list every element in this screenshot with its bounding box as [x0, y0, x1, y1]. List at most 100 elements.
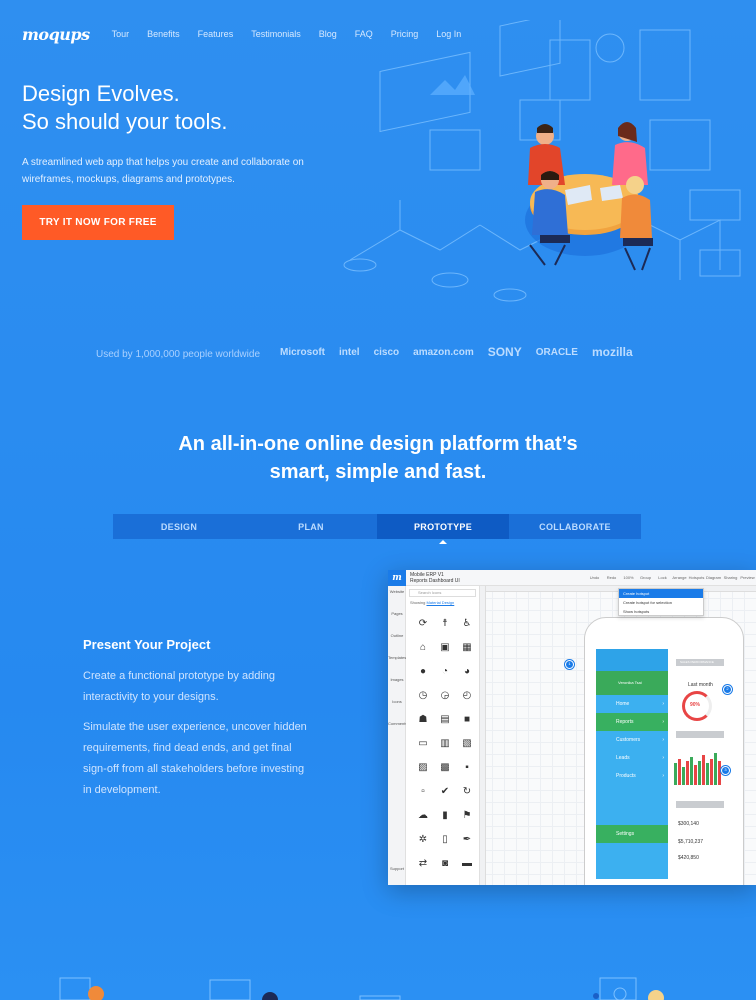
card-icon[interactable]: ▬ — [456, 852, 478, 876]
create-hotspot-selection-option[interactable]: Create hotspot for selection — [619, 598, 703, 607]
hero-subtitle: A streamlined web app that helps you cre… — [22, 157, 304, 185]
left-nav-outline[interactable]: Outline — [388, 630, 406, 652]
tab-prototype[interactable]: PROTOTYPE — [377, 514, 509, 544]
menu-home[interactable]: Home › — [596, 695, 668, 713]
menu-leads-label: Leads — [616, 755, 630, 761]
alarm-add-icon[interactable]: ◔ — [434, 660, 456, 684]
intel-logo: intel — [339, 346, 360, 358]
hero-title-line1: Design Evolves. — [22, 81, 180, 106]
alarm-off-icon[interactable]: ◷ — [412, 684, 434, 708]
accessible-icon[interactable]: ♿ — [456, 612, 478, 636]
announcement-icon[interactable]: ▤ — [434, 708, 456, 732]
feature-paragraph-1: Create a functional prototype by adding … — [83, 670, 276, 703]
left-nav-images[interactable]: Images — [388, 674, 406, 696]
left-nav-templates[interactable]: Templates — [388, 652, 406, 674]
chevron-right-icon: › — [662, 701, 664, 707]
showing-filter: Showing Material Design — [406, 600, 479, 605]
wallet-icon[interactable]: ▣ — [434, 636, 456, 660]
last-month-label: Last month — [688, 682, 713, 688]
nav-link-features[interactable]: Features — [198, 29, 234, 39]
build-icon[interactable]: ✒ — [456, 828, 478, 852]
nav-link-benefits[interactable]: Benefits — [147, 29, 180, 39]
android-icon[interactable]: ☗ — [412, 708, 434, 732]
cached-icon[interactable]: ⇄ — [412, 852, 434, 876]
left-nav-pages[interactable]: Pages — [388, 608, 406, 630]
alarm-clock-icon[interactable]: ◶ — [434, 684, 456, 708]
backup-icon[interactable]: ☁ — [412, 804, 434, 828]
tab-plan[interactable]: PLAN — [245, 514, 377, 539]
lock-icon[interactable]: ▯ — [434, 828, 456, 852]
value-3: $420,850 — [678, 855, 699, 861]
feature-tabs: DESIGN PLAN PROTOTYPE COLLABORATE — [113, 514, 641, 544]
phone-screen: Veronika Tsai Home › Reports › Customers › … — [596, 649, 668, 879]
chevron-right-icon: › — [662, 773, 664, 779]
camera-icon[interactable]: ◙ — [434, 852, 456, 876]
arrange-button[interactable]: Arrange — [671, 575, 688, 580]
left-nav-icons[interactable]: Icons — [388, 696, 406, 718]
sharing-button[interactable]: Sharing — [722, 575, 739, 580]
hotspot-marker-2[interactable]: 2 — [723, 685, 732, 694]
check-icon[interactable]: ✔ — [434, 780, 456, 804]
undo-button[interactable]: Undo — [586, 575, 603, 580]
create-hotspot-option[interactable]: Create hotspot — [619, 589, 703, 598]
menu-customers[interactable]: Customers › — [596, 731, 668, 749]
alert-icon[interactable]: ■ — [456, 708, 478, 732]
left-nav-support[interactable]: Support — [388, 863, 406, 885]
3d-rotation-icon[interactable]: ⟳ — [412, 612, 434, 636]
left-nav-comments[interactable]: Comments — [388, 718, 407, 740]
show-hotspots-option[interactable]: Show hotspots — [619, 607, 703, 616]
menu-settings[interactable]: Settings — [596, 825, 668, 843]
nav-link-tour[interactable]: Tour — [112, 29, 130, 39]
autorenew-icon[interactable]: ↻ — [456, 780, 478, 804]
book-icon[interactable]: ▮ — [434, 804, 456, 828]
bank-icon[interactable]: ⌂ — [412, 636, 434, 660]
nav-link-blog[interactable]: Blog — [319, 29, 337, 39]
preview-button[interactable]: Preview — [739, 575, 756, 580]
accessibility-icon[interactable]: ☨ — [434, 612, 456, 636]
group-button[interactable]: Group — [637, 575, 654, 580]
assignment-ind-icon[interactable]: ▨ — [412, 756, 434, 780]
hotspot-marker-1[interactable]: 1 — [565, 660, 574, 669]
zoom-control[interactable]: 100% — [620, 575, 637, 580]
material-design-link[interactable]: Material Design — [426, 600, 454, 605]
bug-icon[interactable]: ✲ — [412, 828, 434, 852]
aspect-ratio-icon[interactable]: ▭ — [412, 732, 434, 756]
tab-collaborate[interactable]: COLLABORATE — [509, 514, 641, 539]
app-toolbar: m Mobile ERP V1 Reports Dashboard UI Und… — [388, 570, 756, 586]
menu-products[interactable]: Products › — [596, 767, 668, 785]
icon-search-input[interactable]: Search Icons — [409, 589, 476, 597]
profile-name: Veronika Tsai — [618, 680, 642, 685]
alarm-on-icon[interactable]: ◕ — [456, 660, 478, 684]
value-2: $5,710,237 — [678, 839, 704, 845]
assignment-late-icon[interactable]: ▩ — [434, 756, 456, 780]
assignment-return-icon[interactable]: ▪ — [456, 756, 478, 780]
app-logo[interactable]: m — [388, 570, 406, 586]
section-title-line1: An all-in-one online design platform tha… — [178, 433, 578, 455]
assignment-icon[interactable]: ▧ — [456, 732, 478, 756]
account-icon[interactable]: ● — [412, 660, 434, 684]
alarm-icon[interactable]: ▦ — [456, 636, 478, 660]
menu-reports-label: Reports — [616, 719, 634, 725]
bookmark-icon[interactable]: ⚑ — [456, 804, 478, 828]
timer-icon[interactable]: ◴ — [456, 684, 478, 708]
assignment-returned-icon[interactable]: ▫ — [412, 780, 434, 804]
sony-logo: SONY — [487, 345, 522, 359]
assessment-icon[interactable]: ▥ — [434, 732, 456, 756]
menu-reports[interactable]: Reports › — [596, 713, 668, 731]
lock-button[interactable]: Lock — [654, 575, 671, 580]
moqups-logo[interactable]: moqups — [22, 25, 90, 44]
hotspot-marker-3[interactable]: 3 — [721, 766, 730, 775]
feature-paragraph-2: Simulate the user experience, uncover hi… — [83, 721, 307, 796]
icon-grid: ⟳ ☨ ♿ ⌂ ▣ ▦ ● ◔ ◕ ◷ ◶ ◴ ☗ ▤ ■ ▭ ▥ ▧ ▨ ▩ … — [412, 612, 478, 876]
menu-customers-label: Customers — [616, 737, 641, 743]
menu-leads[interactable]: Leads › — [596, 749, 668, 767]
amazon-logo: amazon.com — [413, 346, 474, 358]
nav-link-testimonials[interactable]: Testimonials — [251, 29, 301, 39]
cisco-logo: cisco — [373, 346, 400, 358]
hotspots-button[interactable]: Hotspots — [688, 575, 705, 580]
left-nav-website[interactable]: Website — [388, 586, 406, 608]
try-free-button[interactable]: TRY IT NOW FOR FREE — [22, 205, 174, 240]
tab-design[interactable]: DESIGN — [113, 514, 245, 539]
redo-button[interactable]: Redo — [603, 575, 620, 580]
diagram-button[interactable]: Diagram — [705, 575, 722, 580]
